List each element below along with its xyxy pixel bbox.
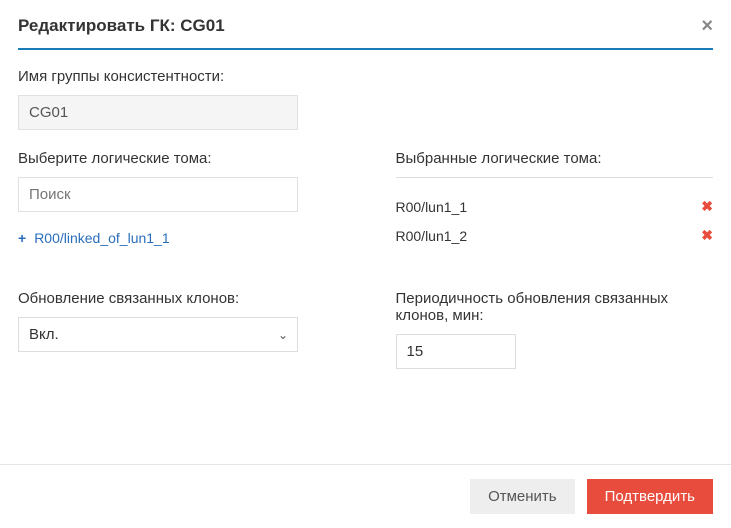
selected-column: Выбранные логические тома: R00/lun1_1 ✖ … [396, 150, 714, 250]
cancel-button[interactable]: Отменить [470, 479, 575, 514]
edit-cg-dialog: Редактировать ГК: CG01 × Имя группы конс… [0, 0, 731, 369]
available-volume-label: R00/linked_of_lun1_1 [34, 230, 169, 246]
period-field: Периодичность обновления связанных клоно… [396, 290, 714, 369]
dialog-footer: Отменить Подтвердить [0, 464, 731, 528]
volumes-columns: Выберите логические тома: + R00/linked_o… [18, 150, 713, 250]
selected-volume-label: R00/lun1_2 [396, 228, 468, 244]
selected-divider [396, 177, 714, 178]
dialog-header: Редактировать ГК: CG01 × [18, 16, 713, 50]
clone-update-field: Обновление связанных клонов: ⌄ [18, 290, 336, 369]
available-label: Выберите логические тома: [18, 150, 336, 167]
remove-icon[interactable]: ✖ [701, 227, 713, 244]
selected-label: Выбранные логические тома: [396, 150, 714, 167]
selected-volume-label: R00/lun1_1 [396, 199, 468, 215]
name-input[interactable] [18, 95, 298, 130]
clone-update-label: Обновление связанных клонов: [18, 290, 336, 307]
selected-volume-item: R00/lun1_1 ✖ [396, 192, 714, 221]
dialog-content: Имя группы консистентности: Выберите лог… [18, 50, 713, 369]
search-input[interactable] [18, 177, 298, 212]
close-icon[interactable]: × [701, 16, 713, 36]
dialog-title: Редактировать ГК: CG01 [18, 16, 225, 36]
selected-volume-item: R00/lun1_2 ✖ [396, 221, 714, 250]
lower-row: Обновление связанных клонов: ⌄ Периодичн… [18, 290, 713, 369]
available-volume-item[interactable]: + R00/linked_of_lun1_1 [18, 226, 336, 250]
confirm-button[interactable]: Подтвердить [587, 479, 713, 514]
remove-icon[interactable]: ✖ [701, 198, 713, 215]
available-column: Выберите логические тома: + R00/linked_o… [18, 150, 336, 250]
clone-update-select[interactable] [18, 317, 298, 352]
name-label: Имя группы консистентности: [18, 68, 713, 85]
period-input[interactable] [396, 334, 516, 369]
clone-update-select-wrapper: ⌄ [18, 317, 298, 352]
period-label: Периодичность обновления связанных клоно… [396, 290, 714, 324]
plus-icon: + [18, 230, 26, 246]
